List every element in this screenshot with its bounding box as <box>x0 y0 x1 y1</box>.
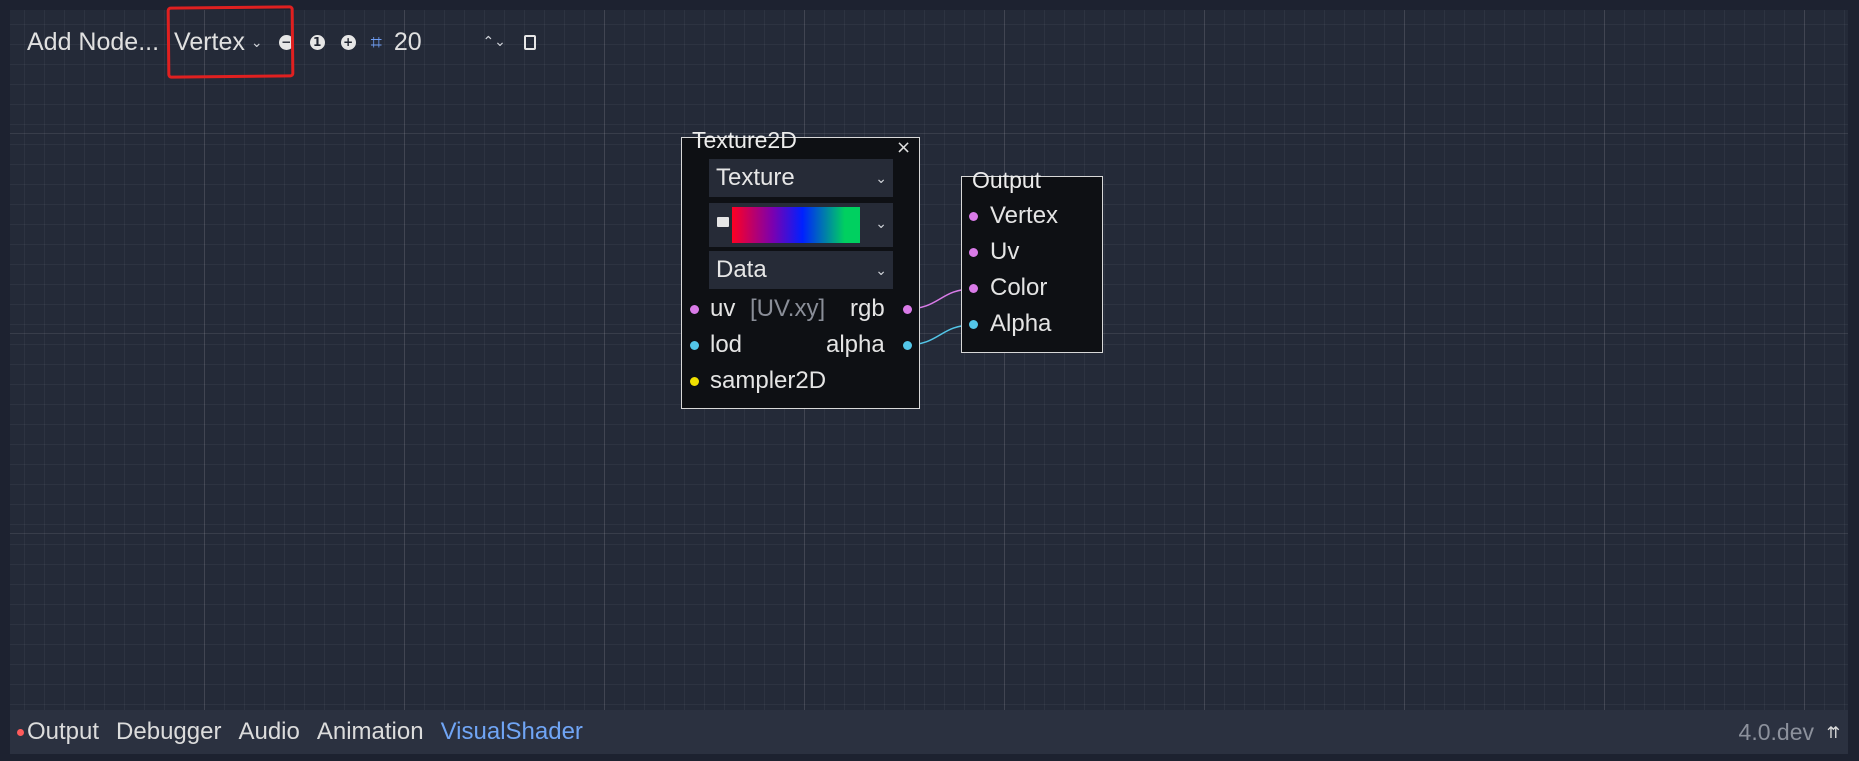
texture-preview-picker[interactable]: ⌄ <box>709 203 893 247</box>
close-icon[interactable]: × <box>896 137 911 158</box>
input-port-alpha[interactable] <box>969 320 978 329</box>
port-label-alpha: Alpha <box>990 310 1052 337</box>
grid-snap-icon[interactable]: ⌗ <box>371 30 382 54</box>
chevron-down-icon: ⌄ <box>875 215 887 231</box>
input-port-vertex[interactable] <box>969 212 978 221</box>
port-label-color: Color <box>990 274 1048 301</box>
zoom-in-icon[interactable]: + <box>340 34 356 50</box>
tab-visualshader[interactable]: VisualShader <box>441 718 583 746</box>
port-label-vertex: Vertex <box>990 202 1059 229</box>
texture-type-select[interactable]: Data ⌄ <box>709 251 893 289</box>
chevron-down-icon: ⌄ <box>875 169 887 186</box>
input-port-uv[interactable] <box>969 248 978 257</box>
input-port-sampler2d[interactable] <box>690 377 699 386</box>
port-label-uv: uv <box>710 295 736 322</box>
texture-source-select[interactable]: Texture ⌄ <box>709 159 893 197</box>
texture2d-node[interactable]: Texture2D × Texture ⌄ ⌄ Data ⌄ uv [UV.xy… <box>681 127 920 409</box>
snap-step-value: 20 <box>393 27 422 56</box>
graph-canvas[interactable]: Texture2D × Texture ⌄ ⌄ Data ⌄ uv [UV.xy… <box>10 10 1848 710</box>
tab-animation[interactable]: Animation <box>317 718 424 746</box>
spin-arrows-icon[interactable]: ⌃⌄ <box>482 34 505 50</box>
bottom-panel-tabs: Output Debugger Audio Animation VisualSh… <box>10 710 1848 754</box>
snap-step-spinbox[interactable]: 20 ⌃⌄ <box>394 28 506 57</box>
port-label-alpha: alpha <box>826 331 885 358</box>
node-title: Output <box>972 167 1042 193</box>
engine-version: 4.0.dev <box>1738 718 1814 745</box>
texture-type-value: Data <box>716 256 767 283</box>
input-port-color[interactable] <box>969 284 978 293</box>
alert-dot-icon <box>17 728 24 736</box>
tab-debugger[interactable]: Debugger <box>116 718 221 746</box>
node-title: Texture2D <box>692 127 797 153</box>
add-node-button[interactable]: Add Node... <box>27 28 159 57</box>
output-node[interactable]: Output Vertex Uv Color Alpha <box>961 167 1103 353</box>
image-icon <box>717 217 729 227</box>
port-label-rgb: rgb <box>850 295 885 322</box>
output-port-rgb[interactable] <box>903 305 912 314</box>
texture-source-value: Texture <box>716 164 795 191</box>
port-label-uv: Uv <box>990 238 1020 265</box>
tab-audio[interactable]: Audio <box>238 718 299 746</box>
visual-shader-editor: Texture2D × Texture ⌄ ⌄ Data ⌄ uv [UV.xy… <box>0 0 1859 761</box>
gradient-texture-preview <box>732 207 860 243</box>
tab-output[interactable]: Output <box>27 718 99 746</box>
zoom-reset-icon[interactable]: 1 <box>309 34 325 50</box>
input-port-uv[interactable] <box>690 305 699 314</box>
output-port-alpha[interactable] <box>903 341 912 350</box>
port-label-sampler2d: sampler2D <box>710 367 827 394</box>
connections-layer <box>905 288 974 346</box>
pin-panel-icon[interactable]: ⇈ <box>1827 723 1840 742</box>
annotation-highlight <box>166 5 295 79</box>
chevron-down-icon: ⌄ <box>875 261 887 278</box>
port-label-lod: lod <box>710 331 743 358</box>
document-icon[interactable] <box>523 34 536 50</box>
port-default-uv[interactable]: [UV.xy] <box>750 295 825 323</box>
input-port-lod[interactable] <box>690 341 699 350</box>
